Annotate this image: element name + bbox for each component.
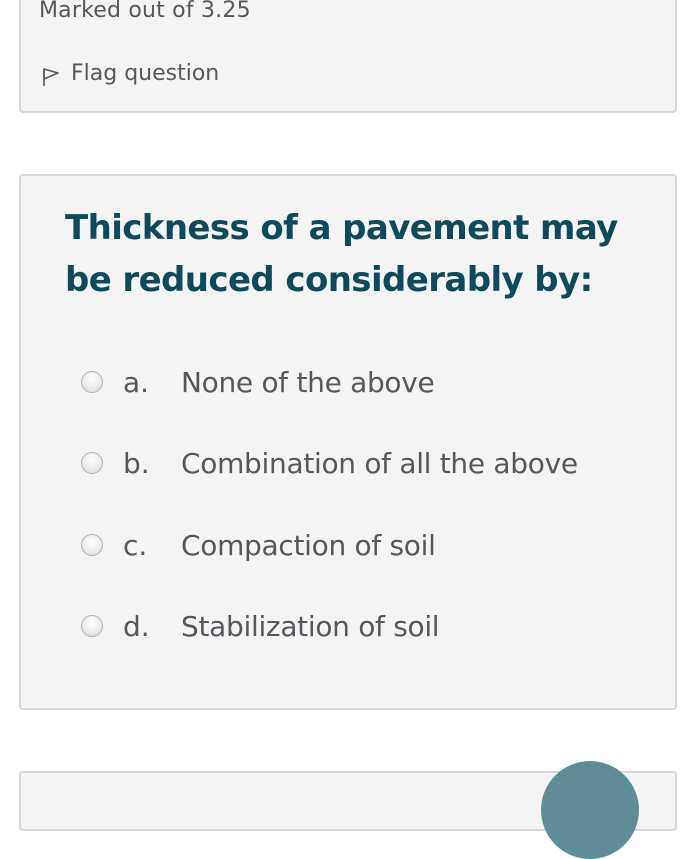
answer-option-d[interactable]: d. Stabilization of soil bbox=[81, 604, 440, 648]
answer-option-a[interactable]: a. None of the above bbox=[81, 360, 435, 404]
answer-letter: c. bbox=[123, 528, 148, 562]
answer-label: Compaction of soil bbox=[181, 528, 436, 562]
answer-option-c[interactable]: c. Compaction of soil bbox=[81, 523, 436, 567]
answer-label: None of the above bbox=[181, 365, 435, 399]
flag-question-label: Flag question bbox=[71, 60, 220, 86]
question-text: Thickness of a pavement may be reduced c… bbox=[65, 208, 618, 300]
flag-icon bbox=[43, 68, 59, 86]
answer-letter: b. bbox=[123, 446, 150, 480]
radio-unchecked-icon[interactable] bbox=[81, 534, 103, 556]
radio-unchecked-icon[interactable] bbox=[81, 452, 103, 474]
question-card: Thickness of a pavement may be reduced c… bbox=[19, 174, 677, 710]
answer-letter: d. bbox=[123, 609, 150, 643]
radio-unchecked-icon[interactable] bbox=[81, 615, 103, 637]
answer-label: Combination of all the above bbox=[181, 446, 578, 480]
answer-letter: a. bbox=[123, 365, 150, 399]
answer-option-b[interactable]: b. Combination of all the above bbox=[81, 441, 578, 485]
answer-label: Stabilization of soil bbox=[181, 609, 440, 643]
previous-question-info-card: Marked out of 3.25 Flag question bbox=[19, 0, 677, 113]
floating-action-button[interactable] bbox=[541, 761, 639, 859]
flag-question-link[interactable]: Flag question bbox=[41, 58, 219, 88]
marks-text: Marked out of 3.25 bbox=[39, 0, 251, 23]
radio-unchecked-icon[interactable] bbox=[81, 371, 103, 393]
